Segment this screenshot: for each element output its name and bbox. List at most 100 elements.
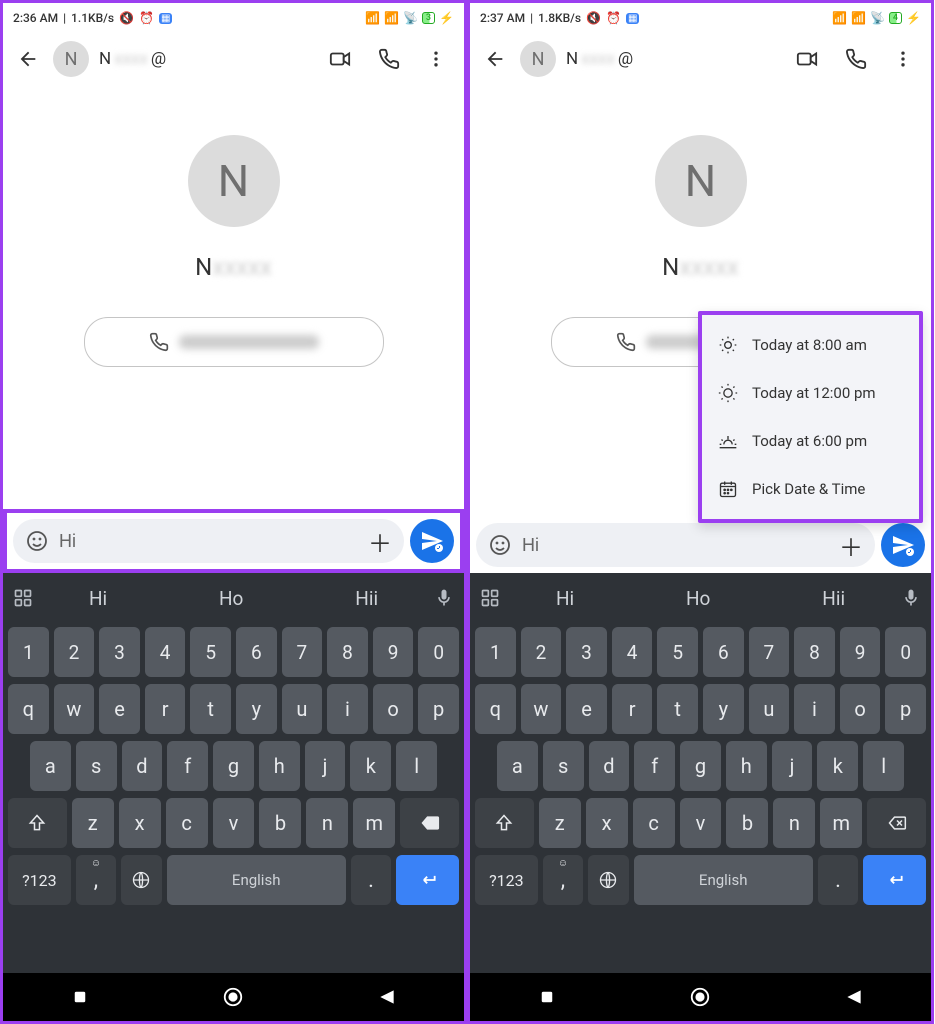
back-button[interactable] [480,44,510,74]
key-e[interactable]: e [99,684,140,734]
key-q[interactable]: q [475,684,516,734]
key-0[interactable]: 0 [418,627,459,677]
key-s[interactable]: s [543,741,584,791]
key-3[interactable]: 3 [566,627,607,677]
key-b[interactable]: b [259,798,301,848]
nav-recents[interactable] [66,983,94,1011]
key-r[interactable]: r [145,684,186,734]
key-d[interactable]: d [589,741,630,791]
key-v[interactable]: v [680,798,722,848]
key-2[interactable]: 2 [521,627,562,677]
key-1[interactable]: 1 [475,627,516,677]
key-enter[interactable] [396,855,459,905]
contact-title[interactable]: N xxxx @ [99,49,310,69]
key-a[interactable]: a [497,741,538,791]
key-9[interactable]: 9 [840,627,881,677]
key-symbols[interactable]: ?123 [8,855,71,905]
send-button[interactable] [881,523,925,567]
key-c[interactable]: c [166,798,208,848]
contact-avatar-large[interactable]: N [655,135,747,227]
key-7[interactable]: 7 [282,627,323,677]
key-symbols[interactable]: ?123 [475,855,538,905]
key-n[interactable]: n [306,798,348,848]
schedule-option-evening[interactable]: Today at 6:00 pm [702,417,919,465]
keyboard-apps-button[interactable] [480,588,500,608]
schedule-option-morning[interactable]: Today at 8:00 am [702,321,919,369]
key-u[interactable]: u [749,684,790,734]
nav-back[interactable] [373,983,401,1011]
key-g[interactable]: g [680,741,721,791]
key-k[interactable]: k [350,741,391,791]
key-6[interactable]: 6 [703,627,744,677]
suggestion-2[interactable]: Ho [205,587,257,610]
key-c[interactable]: c [633,798,675,848]
key-shift[interactable] [8,798,67,848]
key-8[interactable]: 8 [794,627,835,677]
key-e[interactable]: e [566,684,607,734]
key-m[interactable]: m [353,798,395,848]
contact-avatar-large[interactable]: N [188,135,280,227]
video-call-button[interactable] [787,44,827,74]
key-b[interactable]: b [726,798,768,848]
key-t[interactable]: t [657,684,698,734]
nav-home[interactable] [219,983,247,1011]
key-5[interactable]: 5 [190,627,231,677]
key-7[interactable]: 7 [749,627,790,677]
key-n[interactable]: n [773,798,815,848]
key-comma[interactable]: ,☺ [76,855,116,905]
key-4[interactable]: 4 [145,627,186,677]
key-q[interactable]: q [8,684,49,734]
key-u[interactable]: u [282,684,323,734]
keyboard-apps-button[interactable] [13,588,33,608]
suggestion-2[interactable]: Ho [672,587,724,610]
key-s[interactable]: s [76,741,117,791]
key-period[interactable]: . [351,855,391,905]
key-0[interactable]: 0 [885,627,926,677]
key-backspace[interactable] [400,798,459,848]
contact-title[interactable]: N xxxx @ [566,49,777,69]
key-j[interactable]: j [305,741,346,791]
suggestion-1[interactable]: Hi [75,587,121,610]
key-y[interactable]: y [236,684,277,734]
key-3[interactable]: 3 [99,627,140,677]
key-l[interactable]: l [863,741,904,791]
key-p[interactable]: p [885,684,926,734]
avatar-small[interactable]: N [520,41,556,77]
key-r[interactable]: r [612,684,653,734]
suggestion-3[interactable]: Hii [341,587,392,610]
message-input[interactable] [522,535,829,556]
key-v[interactable]: v [213,798,255,848]
suggestion-1[interactable]: Hi [542,587,588,610]
key-period[interactable]: . [818,855,858,905]
key-backspace[interactable] [867,798,926,848]
back-button[interactable] [13,44,43,74]
key-f[interactable]: f [167,741,208,791]
voice-call-button[interactable] [370,44,408,74]
key-m[interactable]: m [820,798,862,848]
schedule-option-custom[interactable]: Pick Date & Time [702,465,919,513]
key-z[interactable]: z [539,798,581,848]
key-j[interactable]: j [772,741,813,791]
key-l[interactable]: l [396,741,437,791]
key-h[interactable]: h [726,741,767,791]
key-g[interactable]: g [213,741,254,791]
nav-recents[interactable] [533,983,561,1011]
emoji-button[interactable] [25,529,49,553]
key-k[interactable]: k [817,741,858,791]
key-t[interactable]: t [190,684,231,734]
overflow-menu-button[interactable] [885,44,921,74]
recent-call-bubble[interactable] [84,317,384,367]
emoji-button[interactable] [488,533,512,557]
key-space[interactable]: English [634,855,813,905]
overflow-menu-button[interactable] [418,44,454,74]
voice-call-button[interactable] [837,44,875,74]
key-6[interactable]: 6 [236,627,277,677]
key-o[interactable]: o [373,684,414,734]
key-i[interactable]: i [327,684,368,734]
key-x[interactable]: x [119,798,161,848]
avatar-small[interactable]: N [53,41,89,77]
key-language[interactable] [121,855,161,905]
key-space[interactable]: English [167,855,346,905]
send-button[interactable] [410,519,454,563]
voice-input-button[interactable] [434,588,454,608]
